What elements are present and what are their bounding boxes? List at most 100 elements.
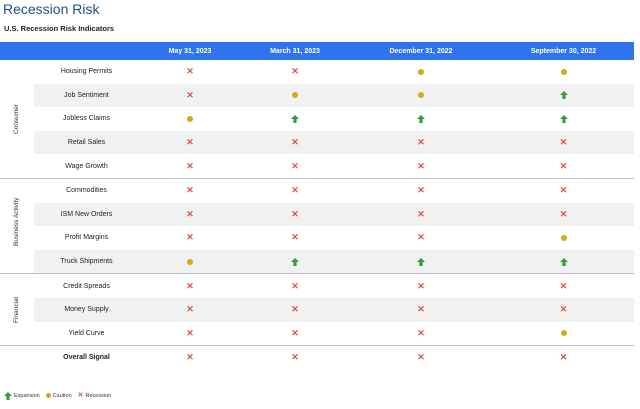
recession-x-icon: ✕: [417, 137, 425, 148]
signal-cell: [493, 322, 634, 346]
table-row: Retail Sales ✕ ✕ ✕ ✕: [0, 130, 634, 155]
signal-cell: ✕: [493, 154, 634, 178]
table-row: Profit Margins ✕ ✕ ✕: [0, 226, 634, 250]
caution-dot-icon: [45, 393, 51, 398]
legend-item: Caution: [45, 393, 72, 399]
signal-cell: [139, 250, 241, 274]
group-label: Consumer: [12, 103, 20, 134]
caution-dot-icon: [560, 234, 567, 241]
table-row: Yield Curve ✕ ✕ ✕: [0, 322, 634, 346]
signal-cell: [493, 107, 634, 131]
table-row: Wage Growth ✕ ✕ ✕ ✕: [0, 154, 634, 178]
page-subtitle: U.S. Recession Risk Indicators: [4, 24, 115, 33]
signal-cell: ✕: [139, 179, 241, 203]
signal-cell: ✕: [349, 274, 493, 298]
legend-item: ✕ Recession: [78, 391, 112, 400]
signal-cell: [493, 84, 634, 108]
recession-x-icon: ✕: [186, 352, 194, 363]
expansion-arrow-icon: [417, 257, 425, 266]
recession-x-icon: ✕: [186, 327, 194, 338]
recession-x-icon: ✕: [559, 280, 568, 291]
recession-x-icon: ✕: [559, 304, 568, 315]
caution-dot-icon: [560, 330, 567, 337]
signal-cell: [493, 250, 634, 274]
caution-dot-icon: [292, 92, 298, 99]
indicator-label: Credit Spreads: [63, 282, 110, 290]
signal-cell: ✕: [493, 346, 634, 370]
signal-cell: [241, 107, 349, 131]
recession-x-icon: ✕: [417, 327, 425, 338]
recession-x-icon: ✕: [417, 232, 425, 243]
recession-x-icon: ✕: [559, 160, 568, 171]
table-row: Jobless Claims: [0, 107, 634, 131]
recession-x-icon: ✕: [559, 208, 568, 219]
table-header: May 31, 2023 March 31, 2023 December 31,…: [0, 42, 634, 60]
signal-cell: ✕: [139, 322, 241, 346]
expansion-arrow-icon: [559, 114, 568, 123]
table-row: ISM New Orders ✕ ✕ ✕ ✕: [0, 202, 634, 227]
caution-dot-icon: [418, 68, 424, 75]
signal-cell: ✕: [241, 131, 349, 155]
signal-cell: [349, 250, 493, 274]
signal-cell: [241, 84, 349, 108]
signal-cell: ✕: [349, 203, 493, 227]
signal-cell: ✕: [139, 60, 241, 84]
expansion-arrow-icon: [559, 257, 568, 266]
expansion-arrow-icon: [291, 114, 299, 123]
caution-dot-icon: [187, 258, 193, 265]
table-row: Truck Shipments: [0, 249, 634, 274]
recession-x-icon: ✕: [186, 208, 194, 219]
group-label: Business Activity: [13, 197, 20, 247]
signal-cell: [349, 107, 493, 131]
expansion-arrow-icon: [417, 114, 425, 123]
indicator-label: Profit Margins: [64, 234, 109, 242]
expansion-arrow-icon: [291, 257, 299, 266]
recession-x-icon: ✕: [559, 185, 568, 196]
signal-cell: ✕: [241, 154, 349, 178]
signal-cell: ✕: [349, 131, 493, 155]
group-label: Financial: [12, 296, 20, 323]
table-body: Consumer Housing Permits ✕ ✕ Job Sentiment ✕ J…: [0, 60, 634, 370]
signal-cell: ✕: [241, 179, 349, 203]
expansion-arrow-icon: [4, 391, 12, 400]
recession-x-icon: ✕: [291, 280, 299, 291]
signal-cell: ✕: [139, 274, 241, 298]
signal-cell: ✕: [241, 60, 349, 84]
column-header: March 31, 2023: [270, 47, 320, 55]
indicator-label: ISM New Orders: [60, 210, 113, 218]
table-row: Money Supply ✕ ✕ ✕ ✕: [0, 297, 634, 322]
recession-x-icon: ✕: [186, 66, 194, 77]
signal-cell: ✕: [493, 179, 634, 203]
caution-dot-icon: [560, 68, 567, 75]
indicator-label: Money Supply: [64, 306, 109, 314]
recession-x-icon: ✕: [291, 160, 299, 171]
column-header: September 30, 2022: [530, 47, 597, 55]
legend-item: Expansion: [4, 391, 40, 400]
signal-cell: ✕: [139, 346, 241, 370]
signal-cell: ✕: [493, 274, 634, 298]
signal-cell: ✕: [241, 274, 349, 298]
recession-x-icon: ✕: [291, 208, 299, 219]
signal-cell: ✕: [139, 203, 241, 227]
table-row: Job Sentiment ✕: [0, 83, 634, 108]
indicator-label: Jobless Claims: [62, 115, 111, 123]
signal-cell: ✕: [241, 203, 349, 227]
recession-x-icon: ✕: [291, 352, 299, 363]
recession-x-icon: ✕: [186, 280, 194, 291]
indicators-table: May 31, 2023 March 31, 2023 December 31,…: [0, 42, 634, 370]
recession-x-icon: ✕: [291, 185, 299, 196]
recession-x-icon: ✕: [77, 392, 84, 399]
recession-x-icon: ✕: [186, 160, 194, 171]
column-header: December 31, 2022: [389, 47, 453, 55]
signal-cell: ✕: [241, 226, 349, 250]
signal-cell: ✕: [241, 322, 349, 346]
signal-cell: [493, 60, 634, 84]
signal-cell: ✕: [241, 298, 349, 322]
column-header: May 31, 2023: [168, 47, 212, 55]
signal-cell: ✕: [349, 298, 493, 322]
indicator-label: Overall Signal: [63, 354, 110, 362]
legend-label: Recession: [85, 392, 112, 399]
caution-dot-icon: [187, 115, 193, 122]
signal-cell: [349, 60, 493, 84]
signal-cell: ✕: [493, 203, 634, 227]
